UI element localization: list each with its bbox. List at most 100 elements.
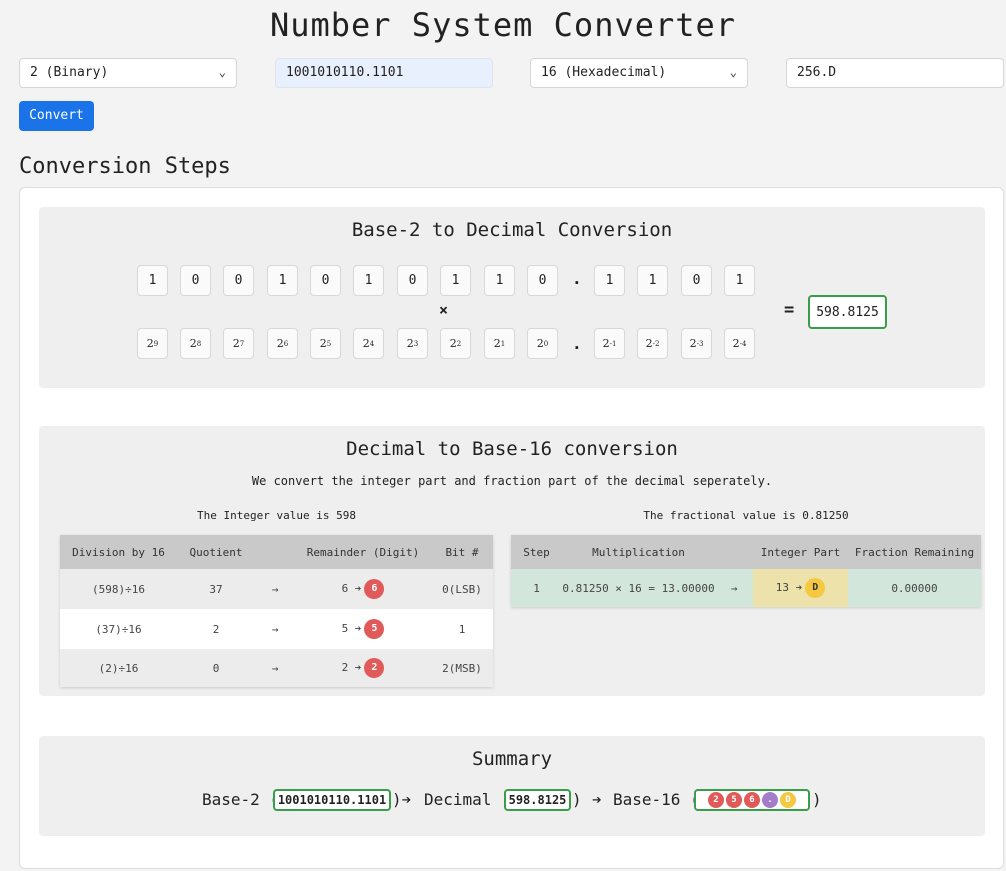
summary-close-paren: ) [572, 790, 582, 809]
power-exponent: 0 [543, 339, 549, 348]
binary-digit-cell: 1 [724, 265, 755, 296]
power-base: 2 [189, 337, 197, 350]
power-exponent: 4 [369, 339, 375, 348]
power-cell: 27 [223, 328, 254, 359]
remainder-value: 5 ➔ [341, 622, 362, 635]
input-number-field[interactable]: 1001010110.1101 [275, 58, 493, 88]
power-base: 2 [689, 337, 697, 350]
power-cell: 29 [137, 328, 168, 359]
power-base: 2 [276, 337, 284, 350]
table-header: Remainder (Digit) [295, 535, 431, 569]
binary-digit-cell: 1 [484, 265, 515, 296]
from-base-value: 2 (Binary) [30, 65, 109, 80]
result-dot-badge: . [762, 792, 778, 808]
summary-from-value: 1001010110.1101 [273, 789, 391, 811]
table-row: (37)÷16 2 → 5 ➔ 5 1 [60, 609, 493, 649]
result-digit-badge: 2 [708, 792, 724, 808]
binary-digit-cell: 1 [267, 265, 298, 296]
summary-decimal-label: Decimal ( [424, 790, 511, 809]
step-cell: 1 [511, 569, 562, 607]
power-exponent: -3 [696, 339, 704, 348]
fraction-caption: The fractional value is 0.81250 [643, 509, 849, 522]
power-base: 2 [406, 337, 414, 350]
binary-digit-cell: 1 [637, 265, 668, 296]
binary-digit-cell: 0 [397, 265, 428, 296]
bit-cell: 1 [431, 609, 493, 649]
remaining-cell: 0.00000 [848, 569, 981, 607]
power-base: 2 [319, 337, 327, 350]
summary-from-label: Base-2 ( [202, 790, 280, 809]
power-cell: 21 [484, 328, 515, 359]
remainder-cell: 2 ➔ 2 [295, 649, 431, 687]
power-exponent: 1 [500, 339, 506, 348]
quotient-cell: 0 [177, 649, 255, 687]
binary-digit-cell: 1 [440, 265, 471, 296]
table-header [715, 535, 753, 569]
binary-digit-cell: 0 [681, 265, 712, 296]
table-header [255, 535, 295, 569]
digit-badge: 6 [364, 579, 385, 599]
power-exponent: -1 [609, 339, 617, 348]
arrow-icon: → [255, 649, 295, 687]
radix-point: . [572, 269, 582, 288]
table-header: Bit # [431, 535, 493, 569]
binary-digit-cell: 1 [353, 265, 384, 296]
power-cell: 2 -2 [637, 328, 668, 359]
power-base: 2 [602, 337, 610, 350]
summary-panel: Summary [39, 736, 985, 836]
bit-cell: 2(MSB) [431, 649, 493, 687]
table-row: (2)÷16 0 → 2 ➔ 2 2(MSB) [60, 649, 493, 687]
binary-digit-cell: 1 [137, 265, 168, 296]
integer-caption: The Integer value is 598 [197, 509, 356, 522]
binary-digit-cell: 0 [223, 265, 254, 296]
from-base-select[interactable]: 2 (Binary) ⌄ [19, 58, 237, 88]
remainder-cell: 5 ➔ 5 [295, 609, 431, 649]
table-header: Step [511, 535, 562, 569]
power-cell: 2 -3 [681, 328, 712, 359]
power-cell: 26 [267, 328, 298, 359]
summary-end-paren: ) [812, 790, 822, 809]
power-cell: 22 [440, 328, 471, 359]
power-exponent: 2 [456, 339, 462, 348]
table-row: (598)÷16 37 → 6 ➔ 6 0(LSB) [60, 569, 493, 609]
summary-to-label: Base-16 ( [613, 790, 700, 809]
power-base: 2 [536, 337, 544, 350]
arrow-icon: → [715, 569, 753, 607]
to-base-select[interactable]: 16 (Hexadecimal) ⌄ [530, 58, 748, 88]
decimal-result-box: 598.8125 [808, 295, 887, 329]
chevron-down-icon: ⌄ [729, 65, 737, 79]
summary-arrow: ➔ [592, 790, 602, 809]
digit-badge: 5 [364, 619, 385, 639]
table-header: Multiplication [562, 535, 715, 569]
integer-part-value: 13 ➔ [775, 581, 803, 594]
digit-badge: 2 [364, 658, 385, 678]
output-number-field[interactable]: 256.D [786, 58, 1004, 88]
table-header: Quotient [177, 535, 255, 569]
to-base-value: 16 (Hexadecimal) [541, 65, 667, 80]
bit-cell: 0(LSB) [431, 569, 493, 609]
power-exponent: 5 [326, 339, 332, 348]
power-base: 2 [732, 337, 740, 350]
power-cell: 2 -1 [594, 328, 625, 359]
quotient-cell: 2 [177, 609, 255, 649]
power-base: 2 [493, 337, 501, 350]
multiply-symbol: × [439, 301, 449, 319]
power-exponent: -2 [652, 339, 660, 348]
power-cell: 2 -4 [724, 328, 755, 359]
summary-title: Summary [471, 748, 553, 770]
digit-badge: D [805, 578, 826, 598]
summary-result-box: 256.D [694, 789, 810, 811]
power-base: 2 [645, 337, 653, 350]
convert-button[interactable]: Convert [19, 101, 94, 131]
power-base: 2 [449, 337, 457, 350]
fraction-multiplication-table: Step Multiplication Integer Part Fractio… [511, 535, 981, 607]
power-base: 2 [232, 337, 240, 350]
power-cell: 20 [527, 328, 558, 359]
result-digit-badge: 5 [726, 792, 742, 808]
power-exponent: -4 [739, 339, 747, 348]
equals-symbol: = [784, 300, 795, 320]
result-digit-badge: D [780, 792, 796, 808]
summary-close-arrow: )➔ [392, 790, 412, 809]
remainder-cell: 6 ➔ 6 [295, 569, 431, 609]
result-digit-badge: 6 [744, 792, 760, 808]
